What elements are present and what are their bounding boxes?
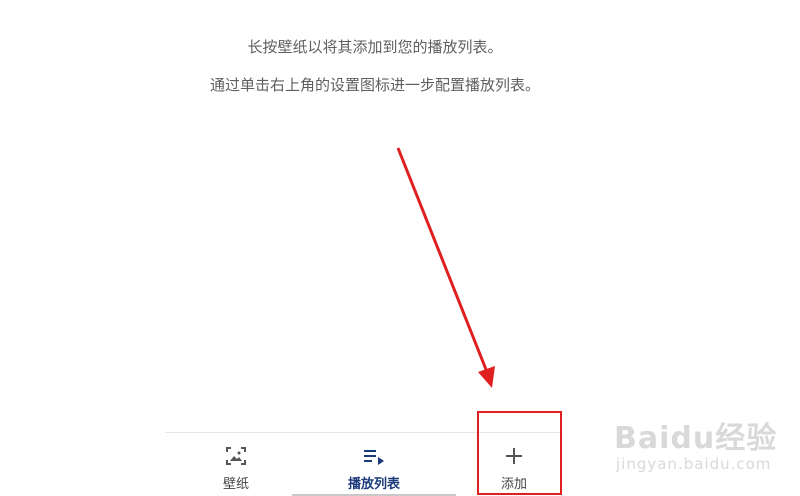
nav-item-playlist[interactable]: 播放列表 [335, 433, 413, 496]
nav-label-wallpaper: 壁纸 [222, 477, 249, 492]
annotation-highlight-box [477, 411, 562, 495]
wallpaper-icon [226, 447, 246, 465]
watermark-url: jingyan.baidu.com [616, 455, 772, 473]
playlist-icon [364, 450, 384, 465]
nav-item-wallpaper[interactable]: 壁纸 [200, 433, 272, 496]
nav-label-playlist: 播放列表 [347, 477, 400, 492]
watermark-logo: Baidu经验 [614, 421, 778, 456]
watermark: Baidu经验 jingyan.baidu.com [614, 405, 784, 485]
